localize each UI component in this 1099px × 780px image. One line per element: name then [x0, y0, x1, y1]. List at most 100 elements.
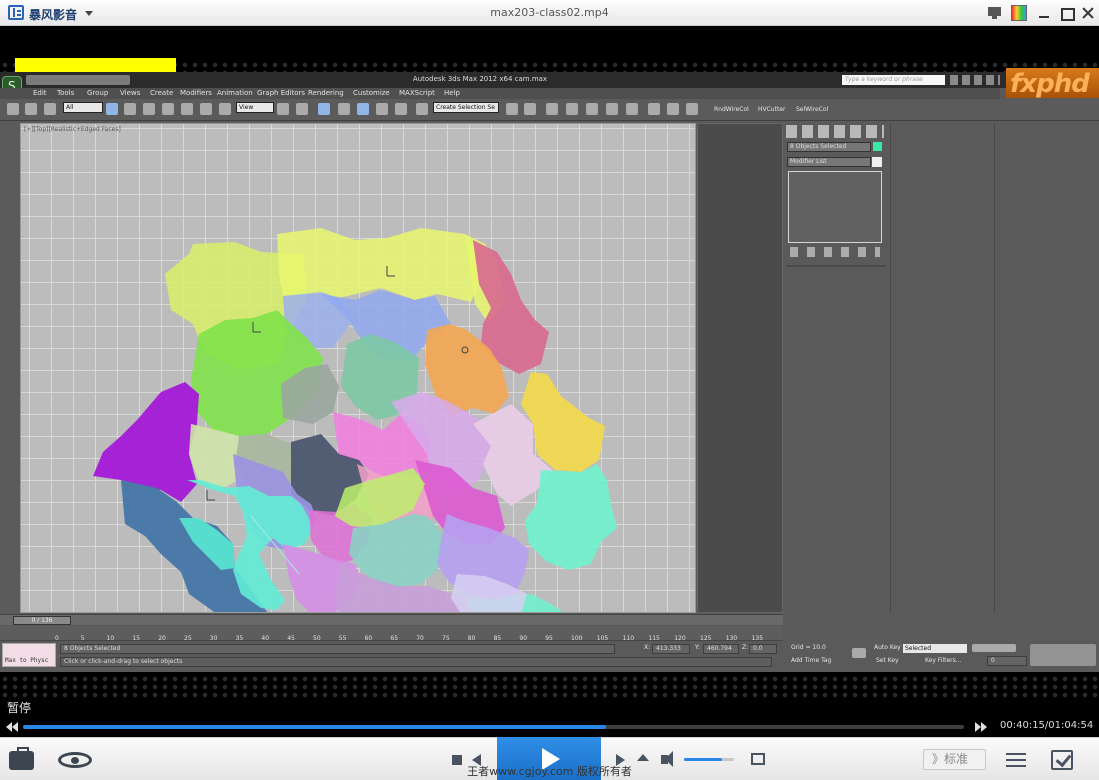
- timeline-tick: 35: [235, 635, 244, 642]
- named-selection-dropdown: Create Selection Se: [433, 102, 499, 113]
- unlink-icon: [25, 103, 37, 115]
- bind-space-warp-icon: [44, 103, 56, 115]
- open-file-icon[interactable]: [637, 754, 649, 761]
- maxscript-listener: Max to Physc: [2, 643, 56, 667]
- render-setup-icon: [648, 103, 660, 115]
- graphite-toggle-icon: [566, 103, 578, 115]
- pivot-center-icon: [277, 103, 289, 115]
- menu-group: Group: [87, 89, 109, 97]
- window-title: max203-class02.mp4: [490, 6, 609, 19]
- track-bar: 0 5 10 15 20 25 30 35 40 45 50 55 60 65 70 75 80 85 90 95 10…: [0, 626, 783, 642]
- timeline-tick: 45: [287, 635, 295, 642]
- timeline-tick: 95: [545, 635, 553, 642]
- current-frame-field: 0: [987, 656, 1027, 666]
- menu-animation: Animation: [217, 89, 253, 97]
- panel-divider: [786, 265, 886, 267]
- seek-bar-fill: [23, 725, 607, 729]
- scale-icon: [219, 103, 231, 115]
- copyright-text: 王者www.cgjoy.com 版权所有者: [467, 765, 632, 778]
- timeline-tick: 10: [106, 635, 115, 642]
- x-coordinate: 413.333: [652, 644, 690, 654]
- close-button[interactable]: [1080, 5, 1096, 21]
- menu-maxscript: MAXScript: [399, 89, 435, 97]
- extra-panel-1: [890, 123, 993, 613]
- timeline-tick: 25: [184, 635, 192, 642]
- maximize-button[interactable]: [1058, 5, 1075, 21]
- menu-help: Help: [444, 89, 460, 97]
- minimize-button[interactable]: [1036, 5, 1052, 21]
- max-main-toolbar: All View Create Selection Se RndWireCol …: [0, 99, 1099, 121]
- snaps-toggle-icon: [338, 103, 350, 115]
- volume-slider-fill: [684, 758, 722, 761]
- selection-filter-dropdown: All: [63, 102, 103, 113]
- playback-status: 暂停: [7, 701, 32, 715]
- grid-size: Grid = 10.0: [791, 644, 826, 651]
- fast-forward-icon[interactable]: [975, 722, 989, 732]
- progress-row: 00:40:15/01:04:54: [0, 717, 1099, 737]
- volume-slider[interactable]: [684, 758, 734, 761]
- menu-edit: Edit: [33, 89, 47, 97]
- material-editor-icon: [626, 103, 638, 115]
- timeline-tick: 55: [338, 635, 347, 642]
- time-display: 00:40:15/01:04:54: [1000, 720, 1094, 731]
- menu-customize: Customize: [353, 89, 390, 97]
- plugin-hvcutter: HVCutter: [758, 106, 786, 113]
- z-label: Z:: [742, 644, 749, 651]
- menu-rendering: Rendering: [308, 89, 344, 97]
- video-pattern-bottom: [0, 675, 1099, 701]
- max-title-bar: Autodesk 3ds Max 2012 x64 cam.max Type a…: [0, 68, 1099, 99]
- plugin-selwirecol: SelWireCol: [796, 106, 829, 113]
- timeline-tick: 20: [158, 635, 166, 642]
- max-search-input: Type a keyword or phrase: [842, 75, 945, 85]
- reference-coordinate-dropdown: View: [236, 102, 274, 113]
- skin-icon[interactable]: [1011, 5, 1027, 21]
- y-coordinate: 460.794: [703, 644, 739, 654]
- control-bar: 》标准 王者www.cgjoy.com 版权所有者: [0, 737, 1099, 780]
- timeline-tick: 105: [596, 635, 609, 642]
- modifier-list-dropdown: Modifier List: [787, 157, 871, 167]
- fractured-object-pieces: [93, 228, 617, 612]
- move-icon: [181, 103, 193, 115]
- object-color-swatch: [873, 142, 882, 151]
- playback-controls-icon: [972, 644, 1016, 652]
- add-time-tag: Add Time Tag: [791, 657, 832, 664]
- chevron-down-icon: [872, 157, 882, 167]
- schematic-view-icon: [606, 103, 618, 115]
- timeline-tick: 60: [364, 635, 373, 642]
- timeline-tick: 15: [132, 635, 141, 642]
- menu-views: Views: [120, 89, 141, 97]
- max-menu-bar: Edit Tools Group Views Create Modifiers …: [0, 88, 1000, 99]
- rewind-icon[interactable]: [6, 722, 20, 732]
- render-production-icon: [686, 103, 698, 115]
- y-label: Y:: [695, 644, 700, 651]
- mirror-icon: [506, 103, 518, 115]
- rendered-frame-icon: [667, 103, 679, 115]
- z-coordinate: 0.0: [749, 644, 777, 654]
- key-filters-button: Key Filters...: [925, 657, 962, 664]
- menu-tools: Tools: [57, 89, 75, 97]
- prompt-line: Click or click-and-drag to select object…: [60, 657, 772, 667]
- timeline-tick: 100: [571, 635, 583, 642]
- timeline-tick: 115: [648, 635, 660, 642]
- viewport-gutter: [0, 123, 20, 613]
- align-icon: [524, 103, 536, 115]
- video-area[interactable]: Autodesk 3ds Max 2012 x64 cam.max Type a…: [0, 27, 1099, 717]
- timeline-tick: 30: [209, 635, 218, 642]
- timeline-tick: 70: [416, 635, 424, 642]
- menu-graph-editors: Graph Editors: [257, 89, 306, 97]
- edit-named-selection-icon: [416, 103, 428, 115]
- max-status-bar: Max to Physc 8 Objects Selected Click or…: [0, 642, 1099, 672]
- highlight-bar: [15, 58, 176, 72]
- window-crossing-icon: [162, 103, 174, 115]
- percent-snap-icon: [376, 103, 388, 115]
- title-bar: 暴风影音 max203-class02.mp4: [0, 0, 1099, 26]
- timeline-tick: 75: [442, 635, 450, 642]
- timeline-tick: 0: [55, 635, 59, 642]
- curve-editor-icon: [586, 103, 598, 115]
- seek-bar[interactable]: [23, 725, 964, 729]
- max-application: Autodesk 3ds Max 2012 x64 cam.max Type a…: [0, 68, 1099, 672]
- mini-mode-icon[interactable]: [987, 5, 1003, 21]
- timeline-tick: 40: [261, 635, 270, 642]
- max-app-title: Autodesk 3ds Max 2012 x64 cam.max: [412, 75, 548, 83]
- piece: [93, 382, 199, 502]
